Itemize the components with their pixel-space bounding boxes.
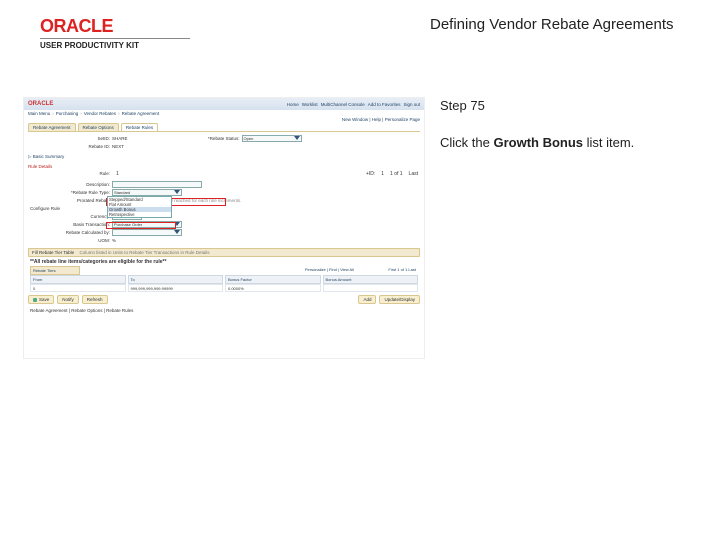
grid-tab-tiers[interactable]: Rebate Tiers: [30, 266, 80, 275]
nav-home[interactable]: Home: [287, 102, 299, 107]
cell-to[interactable]: 999,999,999,999.99999: [128, 284, 224, 292]
crumb-0[interactable]: Main Menu: [28, 111, 50, 116]
crumb-1[interactable]: Purchasing: [56, 111, 79, 116]
brand-block: ORACLE USER PRODUCTIVITY KIT: [40, 16, 190, 50]
cell-factor[interactable]: 0.0000%: [225, 284, 321, 292]
instruction-text: Click the Growth Bonus list item.: [440, 135, 696, 150]
tab-options[interactable]: Rebate Options: [78, 123, 119, 131]
app-header: ORACLE Home Worklist MultiChannel Consol…: [24, 98, 424, 110]
bt-select[interactable]: Purchase Order: [112, 221, 182, 228]
col-from: From: [30, 275, 126, 284]
crumb-2[interactable]: Vendor Rebates: [84, 111, 116, 116]
chevron-down-icon: [174, 222, 180, 226]
notify-button[interactable]: Notify: [57, 295, 79, 304]
seq-label: +ID:: [366, 171, 375, 177]
page-title: Defining Vendor Rebate Agreements: [190, 16, 696, 33]
chevron-down-icon: [174, 230, 180, 234]
nav-mcc[interactable]: MultiChannel Console: [321, 102, 365, 107]
rc-label: Rebate Calculated by:: [30, 230, 110, 235]
elig-line: **All rebate line items/categories are e…: [30, 259, 418, 265]
rebstatus-label: *Rebate Status:: [130, 136, 240, 141]
app-screenshot: ORACLE Home Worklist MultiChannel Consol…: [24, 98, 424, 358]
chevron-down-icon: [294, 136, 300, 140]
tabs: Rebate Agreement Rebate Options Rebate R…: [24, 123, 424, 131]
tab-rules[interactable]: Rebate Rules: [121, 123, 158, 131]
app-nav: Home Worklist MultiChannel Console Add t…: [287, 102, 420, 107]
breadcrumb: Main Menu› Purchasing› Vendor Rebates› R…: [24, 110, 424, 117]
basic-summary-toggle[interactable]: ▷ Basic Summary: [24, 152, 424, 162]
grid-nav[interactable]: First 1 of 1 Last: [358, 266, 418, 275]
rc-select[interactable]: [112, 229, 182, 236]
brand-logo: ORACLE: [40, 16, 190, 37]
chevron-down-icon: [174, 190, 180, 194]
one-of: 1 of 1: [390, 171, 403, 177]
seq-value: 1: [381, 171, 384, 177]
footer-links[interactable]: Rebate Agreement | Rebate Options | Reba…: [24, 307, 424, 314]
rebstatus-select[interactable]: Open: [242, 135, 302, 142]
nav-worklist[interactable]: Worklist: [302, 102, 318, 107]
rebid-label: Rebate ID:: [30, 144, 110, 149]
nav-signout[interactable]: Sign out: [403, 102, 420, 107]
rebid-value: NEXT: [112, 144, 124, 149]
fill-tier-bar[interactable]: Fill Rebate Tier Table Column listed in …: [28, 248, 420, 257]
instruction-panel: Step 75 Click the Growth Bonus list item…: [440, 98, 696, 358]
cur-label: Currency:: [30, 214, 110, 219]
grid-cust-links[interactable]: Personalize | Find | View All: [82, 266, 356, 275]
col-factor: Bonus Factor: [225, 275, 321, 284]
cell-from[interactable]: 0: [30, 284, 126, 292]
brand-sub: USER PRODUCTIVITY KIT: [40, 38, 190, 50]
setid-value: SHARE: [112, 136, 128, 141]
col-amount: Bonus Amount: [323, 275, 419, 284]
uom-label: UOM:: [30, 238, 110, 243]
rtype-select[interactable]: Standard: [112, 189, 182, 196]
tab-agreement[interactable]: Rebate Agreement: [28, 123, 76, 131]
add-button[interactable]: Add: [358, 295, 376, 304]
configure-rule-label: Configure Rule: [30, 206, 90, 211]
desc-input[interactable]: [112, 181, 202, 188]
last-link[interactable]: Last: [409, 171, 418, 177]
rtype-label: *Rebate Rule Type:: [30, 190, 110, 195]
rtype-option-retro[interactable]: Retrospective: [108, 212, 171, 217]
rule-details-header: Rule Details: [24, 162, 424, 171]
rule-label: Rule:: [30, 171, 110, 177]
setid-label: SetID:: [30, 136, 110, 141]
nav-fav[interactable]: Add to Favorites: [368, 102, 401, 107]
cell-amount[interactable]: [323, 284, 419, 292]
uom-value: %: [112, 238, 116, 243]
desc-label: Description:: [30, 182, 110, 187]
bt-label: Basis Transaction:: [30, 222, 110, 227]
save-icon: [33, 298, 37, 302]
grid-tabs: Rebate Tiers Personalize | Find | View A…: [30, 266, 418, 275]
rule-value: 1: [116, 171, 119, 177]
crumb-3[interactable]: Rebate Agreement: [122, 111, 160, 116]
step-label: Step 75: [440, 98, 696, 113]
prorate-label: Prorated Rebate: [30, 198, 110, 203]
update-button[interactable]: Update/Display: [379, 295, 420, 304]
app-logo: ORACLE: [28, 101, 53, 107]
save-button[interactable]: Save: [28, 295, 54, 304]
col-to: To: [128, 275, 224, 284]
refresh-button[interactable]: Refresh: [82, 295, 108, 304]
grid-row: 0 999,999,999,999.99999 0.0000%: [30, 284, 418, 292]
